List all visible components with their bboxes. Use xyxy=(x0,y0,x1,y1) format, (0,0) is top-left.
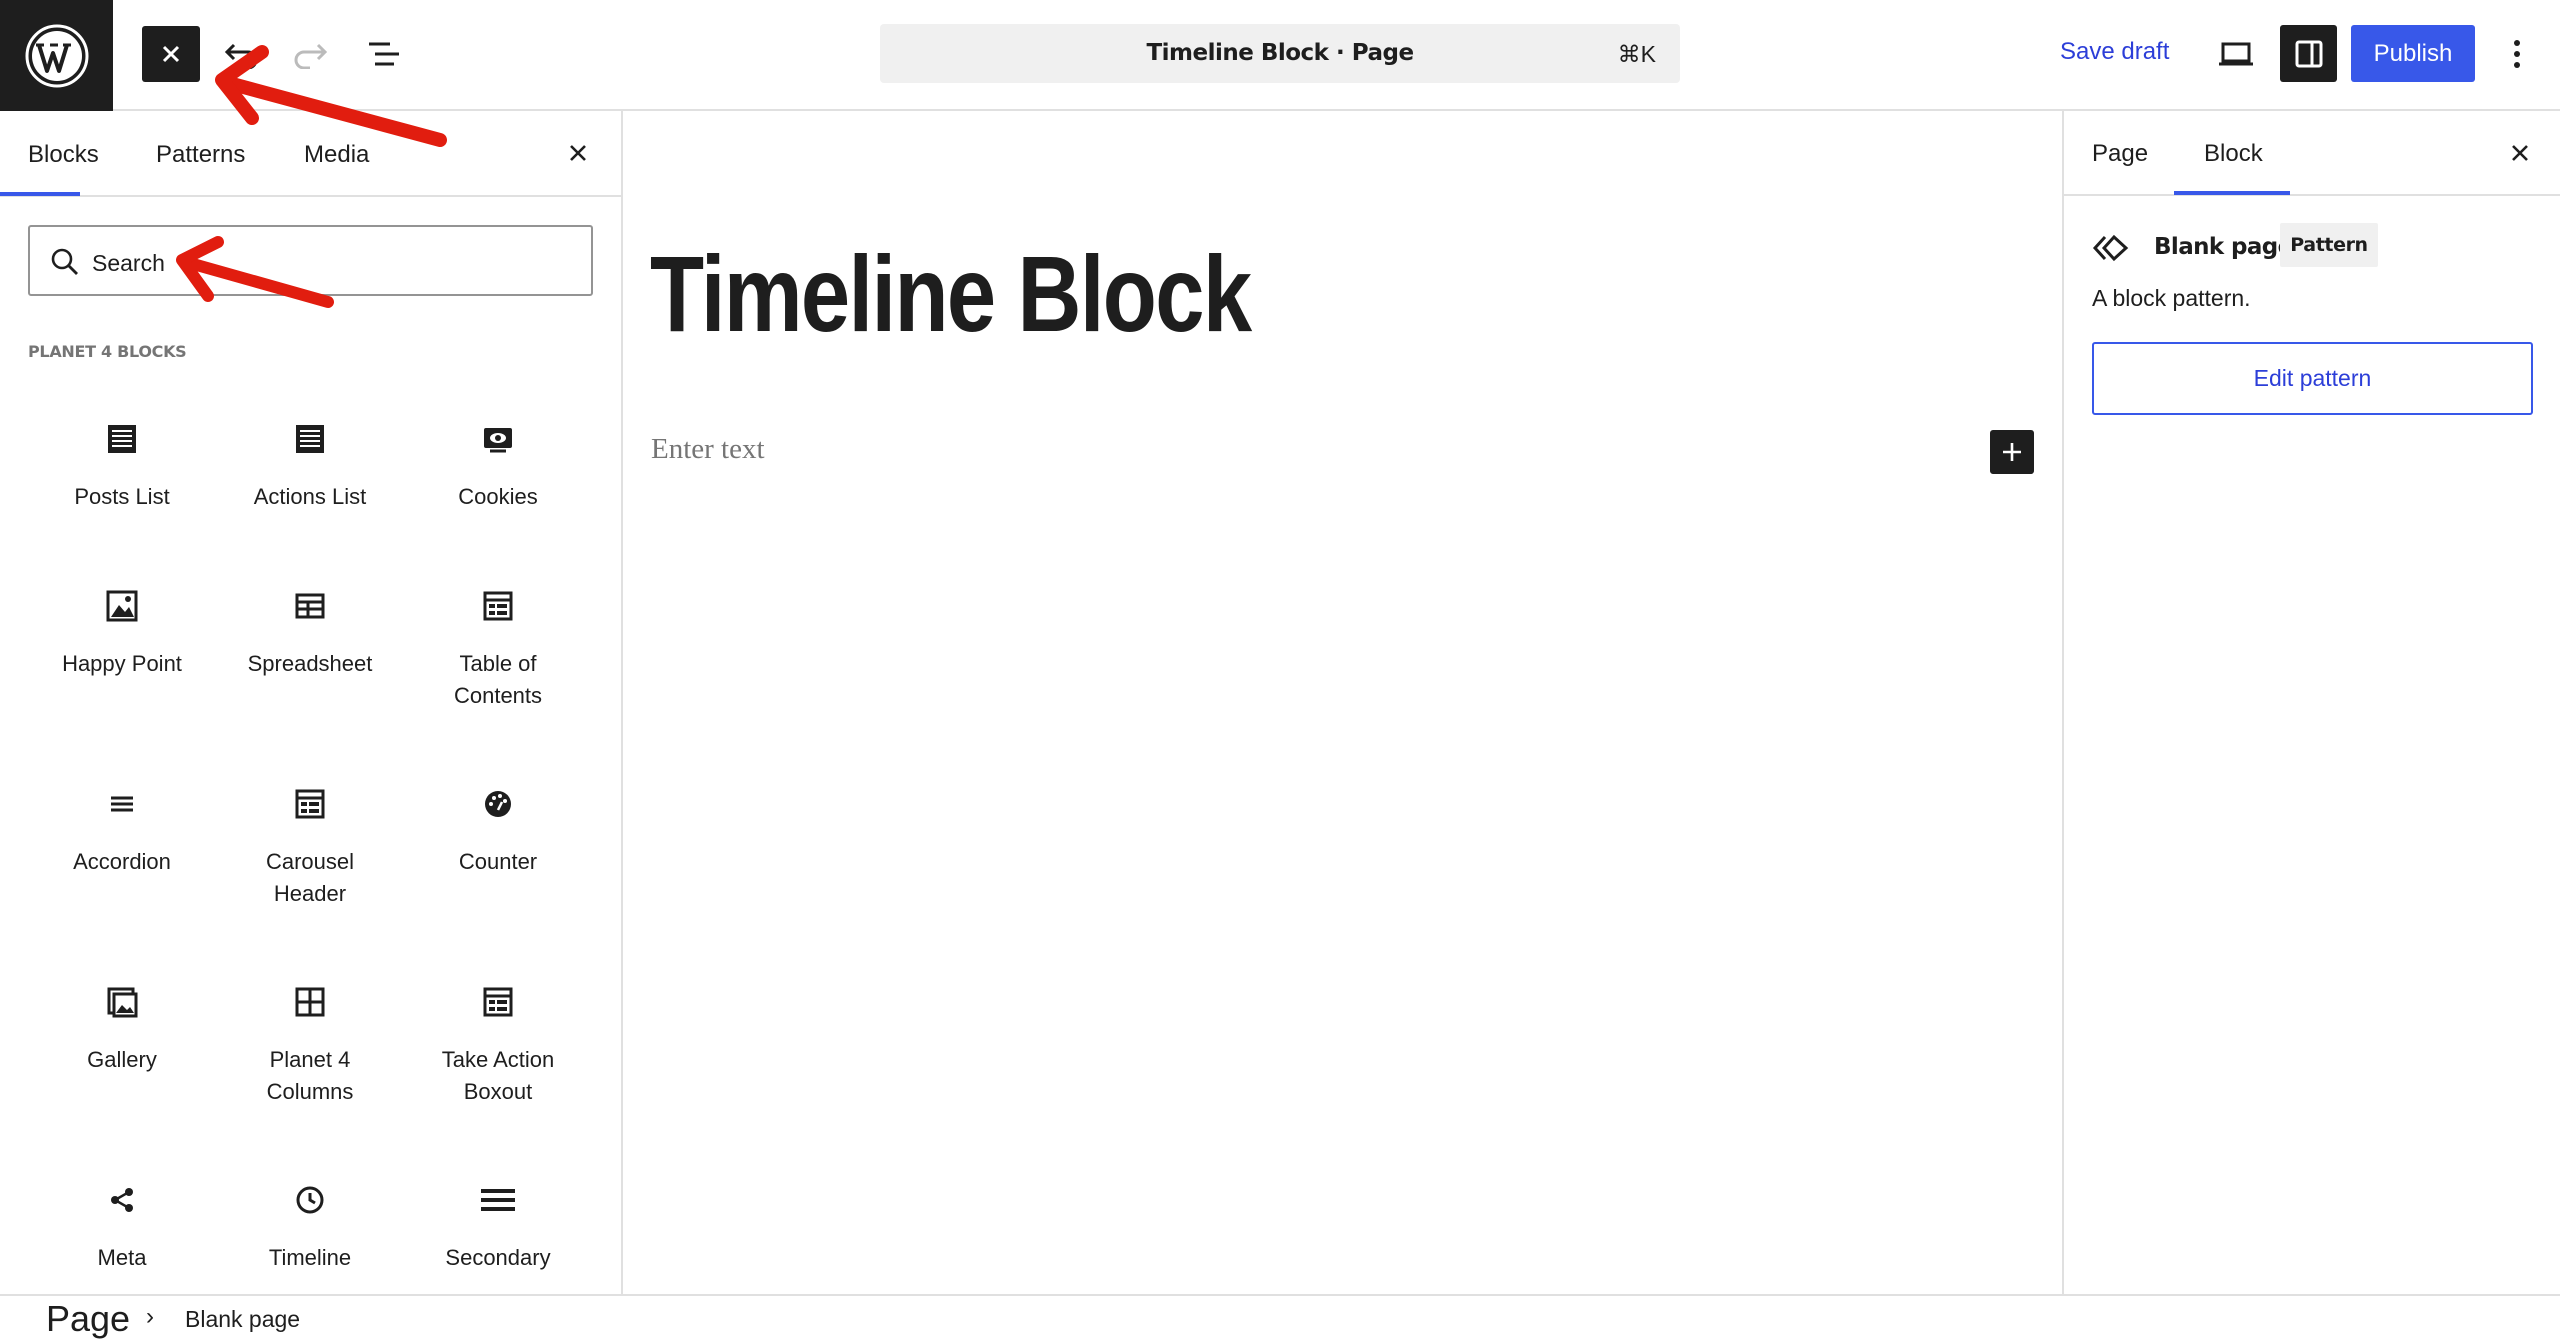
posts-list-icon xyxy=(104,421,140,457)
block-spreadsheet[interactable]: Spreadsheet xyxy=(216,578,404,728)
block-timeline[interactable]: Timeline xyxy=(216,1172,404,1294)
settings-sidebar-icon xyxy=(2295,40,2322,67)
breadcrumb-root[interactable]: Page xyxy=(46,1298,130,1339)
wordpress-logo-icon xyxy=(25,24,88,87)
block-planet4-columns[interactable]: Planet 4 Columns xyxy=(216,974,404,1124)
save-draft-button[interactable]: Save draft xyxy=(2060,38,2169,66)
carousel-header-icon xyxy=(292,786,328,822)
active-tab-indicator xyxy=(0,192,80,196)
block-label: Timeline xyxy=(268,1245,352,1270)
gallery-icon xyxy=(104,984,140,1020)
editor-header: Timeline Block · Page ⌘K Save draft Publ… xyxy=(0,0,2560,111)
pattern-description: A block pattern. xyxy=(2092,285,2251,311)
paragraph-placeholder[interactable]: Enter text xyxy=(651,433,765,466)
accordion-icon xyxy=(104,786,140,822)
sidebar-tabs: Page Block xyxy=(2064,111,2560,196)
close-icon[interactable] xyxy=(563,138,593,168)
block-posts-list[interactable]: Posts List xyxy=(28,411,216,531)
cookies-icon xyxy=(480,421,516,457)
publish-button[interactable]: Publish xyxy=(2351,25,2475,82)
category-heading: PLANET 4 BLOCKS xyxy=(28,342,187,361)
tab-block[interactable]: Block xyxy=(2204,140,2263,168)
block-label: Spreadsheet xyxy=(247,651,373,676)
block-take-action-boxout[interactable]: Take Action Boxout xyxy=(404,974,592,1124)
clock-icon xyxy=(292,1182,328,1218)
breadcrumb-current[interactable]: Blank page xyxy=(185,1306,300,1333)
block-label: Meta xyxy=(97,1245,147,1270)
tab-page[interactable]: Page xyxy=(2092,140,2148,168)
block-search-input[interactable]: Search xyxy=(28,225,593,296)
block-label: Counter xyxy=(458,849,538,874)
block-label: Happy Point xyxy=(62,651,182,676)
spreadsheet-icon xyxy=(292,588,328,624)
columns-icon xyxy=(292,984,328,1020)
pattern-badge: Pattern xyxy=(2280,223,2378,267)
block-label: Planet 4 Columns xyxy=(266,1047,354,1104)
edit-pattern-button[interactable]: Edit pattern xyxy=(2092,342,2533,415)
block-label: Table of Contents xyxy=(453,651,543,708)
wordpress-logo[interactable] xyxy=(0,0,113,111)
block-cookies[interactable]: Cookies xyxy=(404,411,592,531)
inserter-tabs: Blocks Patterns Media xyxy=(0,111,621,197)
undo-button[interactable] xyxy=(218,30,266,78)
block-inserter-panel: Blocks Patterns Media Search PLANET 4 BL… xyxy=(0,111,623,1294)
block-actions-list[interactable]: Actions List xyxy=(216,411,404,531)
block-label: Actions List xyxy=(253,484,367,509)
editor-canvas: Timeline Block Enter text xyxy=(623,111,2062,1294)
document-title: Timeline Block · Page xyxy=(1146,40,1414,66)
keyboard-shortcut: ⌘K xyxy=(1617,41,1656,67)
active-tab-indicator xyxy=(2174,191,2290,195)
counter-icon xyxy=(480,786,516,822)
block-label: Cookies xyxy=(458,484,538,509)
close-inserter-button[interactable] xyxy=(142,26,200,82)
block-label: Accordion xyxy=(73,849,171,874)
block-secondary[interactable]: Secondary xyxy=(404,1172,592,1294)
chevron-right-icon: › xyxy=(146,1303,154,1330)
block-carousel-header[interactable]: Carousel Header xyxy=(216,776,404,926)
tab-media[interactable]: Media xyxy=(304,141,369,169)
document-overview-icon xyxy=(369,42,399,66)
redo-icon xyxy=(294,43,328,69)
menu-icon xyxy=(480,1182,516,1218)
breadcrumb: Page › Blank page xyxy=(0,1294,2560,1339)
tab-blocks[interactable]: Blocks xyxy=(28,141,99,169)
more-options-icon xyxy=(2514,40,2520,68)
add-block-button[interactable] xyxy=(1990,430,2034,474)
block-label: Gallery xyxy=(87,1047,157,1072)
image-icon xyxy=(104,588,140,624)
take-action-icon xyxy=(480,984,516,1020)
pattern-icon xyxy=(2092,234,2129,262)
block-meta[interactable]: Meta xyxy=(28,1172,216,1294)
block-gallery[interactable]: Gallery xyxy=(28,974,216,1124)
page-title[interactable]: Timeline Block xyxy=(650,231,1252,356)
share-icon xyxy=(104,1182,140,1218)
block-label: Take Action Boxout xyxy=(441,1047,555,1104)
settings-sidebar: Page Block Blank page Pattern A block pa… xyxy=(2062,111,2560,1294)
tab-patterns[interactable]: Patterns xyxy=(156,141,245,169)
block-label: Posts List xyxy=(74,484,170,509)
search-icon xyxy=(51,248,78,275)
desktop-preview-icon xyxy=(2219,42,2253,66)
block-label: Carousel Header xyxy=(265,849,355,906)
more-options-button[interactable] xyxy=(2495,30,2539,78)
block-table-of-contents[interactable]: Table of Contents xyxy=(404,578,592,728)
table-of-contents-icon xyxy=(480,588,516,624)
block-accordion[interactable]: Accordion xyxy=(28,776,216,926)
pattern-title: Blank page xyxy=(2154,234,2293,260)
document-overview-button[interactable] xyxy=(360,30,408,78)
actions-list-icon xyxy=(292,421,328,457)
settings-sidebar-toggle[interactable] xyxy=(2280,25,2337,82)
undo-icon xyxy=(224,43,258,69)
search-placeholder: Search xyxy=(92,250,165,276)
redo-button[interactable] xyxy=(286,30,334,78)
block-label: Secondary xyxy=(445,1245,551,1270)
block-happy-point[interactable]: Happy Point xyxy=(28,578,216,728)
block-counter[interactable]: Counter xyxy=(404,776,592,926)
plus-icon xyxy=(2003,443,2021,461)
command-palette-bar[interactable]: Timeline Block · Page ⌘K xyxy=(880,24,1680,83)
preview-button[interactable] xyxy=(2212,30,2260,78)
close-icon xyxy=(162,45,180,63)
close-icon[interactable] xyxy=(2505,138,2535,168)
